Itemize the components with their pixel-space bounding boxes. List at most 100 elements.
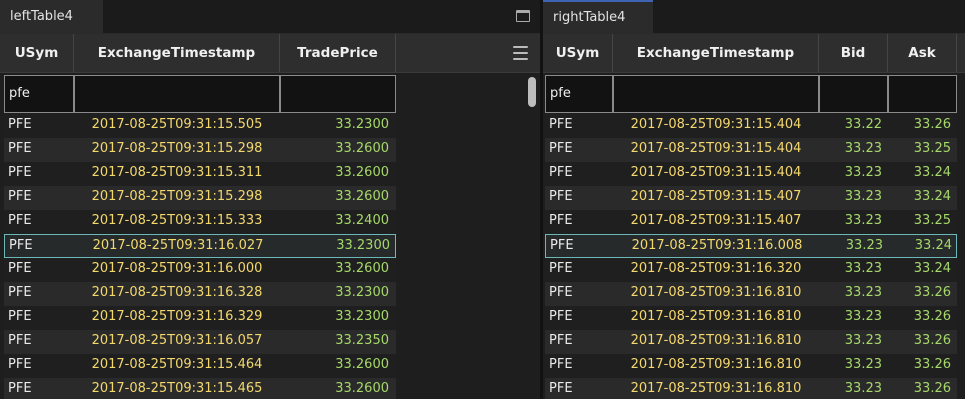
table-row[interactable]: PFE 2017-08-25T09:31:16.027 33.2300 — [4, 234, 396, 258]
table-row[interactable]: PFE 2017-08-25T09:31:16.320 33.23 33.24 — [545, 258, 957, 282]
cell-usym[interactable]: PFE — [545, 330, 613, 354]
cell-exchange-timestamp[interactable]: 2017-08-25T09:31:15.298 — [74, 138, 280, 162]
column-header-trade-price[interactable]: TradePrice — [280, 34, 396, 72]
cell-usym[interactable]: PFE — [4, 186, 74, 210]
cell-usym[interactable]: PFE — [545, 258, 613, 282]
column-header-usym[interactable]: USym — [543, 34, 613, 72]
cell-ask[interactable]: 33.25 — [888, 210, 951, 234]
column-header-usym[interactable]: USym — [0, 34, 74, 72]
cell-bid[interactable]: 33.23 — [819, 282, 882, 306]
cell-usym[interactable]: PFE — [4, 330, 74, 354]
table-row[interactable]: PFE 2017-08-25T09:31:15.298 33.2600 — [4, 138, 396, 162]
table-row[interactable]: PFE 2017-08-25T09:31:16.810 33.23 33.26 — [545, 282, 957, 306]
table-row[interactable]: PFE 2017-08-25T09:31:16.810 33.23 33.26 — [545, 330, 957, 354]
cell-trade-price[interactable]: 33.2300 — [280, 306, 389, 330]
cell-exchange-timestamp[interactable]: 2017-08-25T09:31:16.057 — [74, 330, 280, 354]
cell-usym[interactable]: PFE — [545, 354, 613, 378]
table-menu-icon[interactable] — [513, 46, 528, 60]
cell-exchange-timestamp[interactable]: 2017-08-25T09:31:16.320 — [613, 258, 819, 282]
cell-ask[interactable]: 33.26 — [888, 282, 951, 306]
cell-trade-price[interactable]: 33.2600 — [280, 138, 389, 162]
column-header-exchange-timestamp[interactable]: ExchangeTimestamp — [613, 34, 819, 72]
table-row[interactable]: PFE 2017-08-25T09:31:15.311 33.2600 — [4, 162, 396, 186]
cell-trade-price[interactable]: 33.2300 — [280, 114, 389, 138]
cell-exchange-timestamp[interactable]: 2017-08-25T09:31:15.465 — [74, 378, 280, 399]
cell-trade-price[interactable]: 33.2600 — [280, 258, 389, 282]
cell-usym[interactable]: PFE — [4, 282, 74, 306]
cell-exchange-timestamp[interactable]: 2017-08-25T09:31:15.407 — [613, 186, 819, 210]
cell-usym[interactable]: PFE — [4, 378, 74, 399]
cell-bid[interactable]: 33.23 — [819, 330, 882, 354]
cell-exchange-timestamp[interactable]: 2017-08-25T09:31:16.810 — [613, 282, 819, 306]
cell-ask[interactable]: 33.26 — [888, 378, 951, 399]
filter-input-exchange-timestamp[interactable] — [74, 75, 280, 113]
cell-exchange-timestamp[interactable]: 2017-08-25T09:31:15.404 — [613, 138, 819, 162]
cell-trade-price[interactable]: 33.2600 — [280, 162, 389, 186]
table-row[interactable]: PFE 2017-08-25T09:31:15.404 33.22 33.26 — [545, 114, 957, 138]
cell-usym[interactable]: PFE — [545, 186, 613, 210]
filter-input-ask[interactable] — [888, 75, 957, 113]
cell-ask[interactable]: 33.26 — [888, 306, 951, 330]
cell-bid[interactable]: 33.23 — [819, 258, 882, 282]
cell-exchange-timestamp[interactable]: 2017-08-25T09:31:15.298 — [74, 186, 280, 210]
cell-usym[interactable]: PFE — [4, 306, 74, 330]
cell-trade-price[interactable]: 33.2600 — [280, 186, 389, 210]
tab-right-table[interactable]: rightTable4 — [543, 0, 653, 33]
cell-bid[interactable]: 33.22 — [819, 114, 882, 138]
cell-exchange-timestamp[interactable]: 2017-08-25T09:31:15.333 — [74, 210, 280, 234]
table-row[interactable]: PFE 2017-08-25T09:31:16.810 33.23 33.26 — [545, 378, 957, 399]
table-row[interactable]: PFE 2017-08-25T09:31:15.404 33.23 33.24 — [545, 162, 957, 186]
cell-usym[interactable]: PFE — [5, 235, 75, 259]
cell-trade-price[interactable]: 33.2300 — [281, 235, 390, 259]
column-header-ask[interactable]: Ask — [888, 34, 957, 72]
cell-usym[interactable]: PFE — [545, 162, 613, 186]
cell-exchange-timestamp[interactable]: 2017-08-25T09:31:16.000 — [74, 258, 280, 282]
cell-exchange-timestamp[interactable]: 2017-08-25T09:31:16.329 — [74, 306, 280, 330]
cell-exchange-timestamp[interactable]: 2017-08-25T09:31:15.505 — [74, 114, 280, 138]
filter-input-bid[interactable] — [819, 75, 888, 113]
cell-exchange-timestamp[interactable]: 2017-08-25T09:31:15.311 — [74, 162, 280, 186]
cell-bid[interactable]: 33.23 — [819, 378, 882, 399]
cell-bid[interactable]: 33.23 — [819, 138, 882, 162]
table-row[interactable]: PFE 2017-08-25T09:31:15.298 33.2600 — [4, 186, 396, 210]
cell-bid[interactable]: 33.23 — [820, 235, 883, 259]
cell-trade-price[interactable]: 33.2350 — [280, 330, 389, 354]
table-row[interactable]: PFE 2017-08-25T09:31:15.464 33.2600 — [4, 354, 396, 378]
cell-usym[interactable]: PFE — [4, 138, 74, 162]
cell-trade-price[interactable]: 33.2400 — [280, 210, 389, 234]
filter-input-trade-price[interactable] — [280, 75, 396, 113]
cell-exchange-timestamp[interactable]: 2017-08-25T09:31:16.810 — [613, 354, 819, 378]
cell-usym[interactable]: PFE — [4, 162, 74, 186]
filter-input-usym[interactable]: pfe — [4, 75, 74, 113]
cell-bid[interactable]: 33.23 — [819, 162, 882, 186]
cell-ask[interactable]: 33.24 — [888, 186, 951, 210]
table-row[interactable]: PFE 2017-08-25T09:31:15.505 33.2300 — [4, 114, 396, 138]
table-row[interactable]: PFE 2017-08-25T09:31:16.810 33.23 33.26 — [545, 306, 957, 330]
cell-ask[interactable]: 33.26 — [888, 330, 951, 354]
table-row[interactable]: PFE 2017-08-25T09:31:15.404 33.23 33.25 — [545, 138, 957, 162]
cell-exchange-timestamp[interactable]: 2017-08-25T09:31:16.328 — [74, 282, 280, 306]
table-row[interactable]: PFE 2017-08-25T09:31:16.810 33.23 33.26 — [545, 354, 957, 378]
cell-trade-price[interactable]: 33.2300 — [280, 282, 389, 306]
cell-usym[interactable]: PFE — [545, 138, 613, 162]
table-row[interactable]: PFE 2017-08-25T09:31:15.333 33.2400 — [4, 210, 396, 234]
cell-bid[interactable]: 33.23 — [819, 306, 882, 330]
cell-bid[interactable]: 33.23 — [819, 186, 882, 210]
column-header-exchange-timestamp[interactable]: ExchangeTimestamp — [74, 34, 280, 72]
cell-usym[interactable]: PFE — [545, 378, 613, 399]
cell-usym[interactable]: PFE — [4, 114, 74, 138]
cell-exchange-timestamp[interactable]: 2017-08-25T09:31:16.027 — [75, 235, 281, 259]
cell-exchange-timestamp[interactable]: 2017-08-25T09:31:15.464 — [74, 354, 280, 378]
table-row[interactable]: PFE 2017-08-25T09:31:15.465 33.2600 — [4, 378, 396, 399]
cell-exchange-timestamp[interactable]: 2017-08-25T09:31:16.810 — [613, 330, 819, 354]
cell-usym[interactable]: PFE — [545, 306, 613, 330]
cell-exchange-timestamp[interactable]: 2017-08-25T09:31:15.404 — [613, 162, 819, 186]
table-row[interactable]: PFE 2017-08-25T09:31:16.000 33.2600 — [4, 258, 396, 282]
cell-usym[interactable]: PFE — [4, 354, 74, 378]
table-row[interactable]: PFE 2017-08-25T09:31:15.407 33.23 33.25 — [545, 210, 957, 234]
cell-usym[interactable]: PFE — [546, 235, 614, 259]
filter-input-usym[interactable]: pfe — [545, 75, 613, 113]
left-vertical-scrollbar[interactable] — [526, 75, 538, 399]
cell-usym[interactable]: PFE — [4, 210, 74, 234]
column-header-bid[interactable]: Bid — [819, 34, 888, 72]
